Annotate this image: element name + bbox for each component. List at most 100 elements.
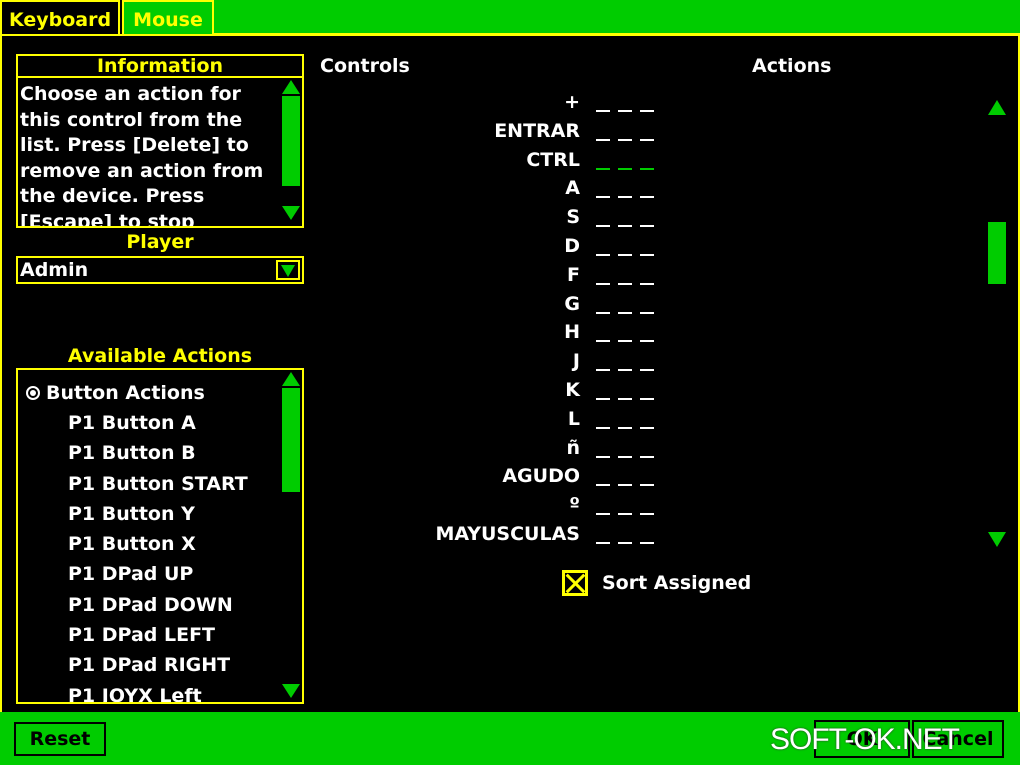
control-key[interactable]: S [380, 203, 580, 232]
dash-mark [596, 369, 610, 372]
action-slot[interactable] [596, 174, 656, 203]
control-key[interactable]: L [380, 405, 580, 434]
list-item[interactable]: P1 DPad RIGHT [18, 650, 284, 680]
available-actions-title: Available Actions [67, 345, 253, 367]
actions-scrollbar[interactable] [282, 372, 300, 702]
dash-mark [596, 196, 610, 199]
checkbox-checked-icon[interactable] [562, 570, 588, 596]
action-slot[interactable] [596, 232, 656, 261]
dash-mark [596, 138, 610, 141]
control-key[interactable]: AGUDO [380, 462, 580, 491]
tab-keyboard[interactable]: Keyboard [0, 0, 120, 36]
control-key[interactable]: D [380, 232, 580, 261]
dash-mark [640, 311, 654, 314]
dash-mark [596, 167, 610, 170]
tab-bar: Keyboard Mouse [0, 0, 1020, 36]
dash-mark [596, 282, 610, 285]
dash-mark [596, 541, 610, 544]
dash-mark [596, 225, 610, 228]
controls-list: + ENTRAR CTRL A S D F G H J K L ñ AGUDO … [380, 88, 580, 549]
dash-mark [640, 541, 654, 544]
control-key[interactable]: º [380, 491, 580, 520]
action-slot[interactable] [596, 376, 656, 405]
scroll-up-arrow-icon[interactable] [988, 100, 1006, 115]
list-item[interactable]: P1 DPad DOWN [18, 590, 284, 620]
dash-mark [618, 340, 632, 343]
action-slot[interactable] [596, 261, 656, 290]
dash-mark [596, 253, 610, 256]
dash-mark [640, 369, 654, 372]
dash-mark [640, 167, 654, 170]
dash-mark [618, 196, 632, 199]
action-slot[interactable] [596, 88, 656, 117]
control-key[interactable]: K [380, 376, 580, 405]
scroll-down-arrow-icon[interactable] [988, 532, 1006, 547]
action-slot[interactable] [596, 405, 656, 434]
sort-assigned-label: Sort Assigned [602, 572, 752, 594]
watermark: SOFT-OK.NET [770, 723, 960, 756]
dash-mark [596, 340, 610, 343]
reset-button[interactable]: Reset [14, 722, 106, 756]
list-item[interactable]: P1 Button A [18, 408, 284, 438]
scroll-thumb[interactable] [282, 96, 300, 186]
control-key[interactable]: J [380, 347, 580, 376]
control-key[interactable]: MAYUSCULAS [380, 520, 580, 549]
action-slot[interactable] [596, 117, 656, 146]
available-actions-list[interactable]: Button Actions P1 Button A P1 Button B P… [16, 368, 304, 704]
information-scrollbar[interactable] [282, 80, 300, 224]
action-slot[interactable] [596, 491, 656, 520]
dash-mark [618, 513, 632, 516]
player-dropdown[interactable]: Admin [16, 256, 304, 284]
control-key[interactable]: A [380, 174, 580, 203]
dash-mark [596, 426, 610, 429]
dash-mark [618, 541, 632, 544]
action-group[interactable]: Button Actions [18, 378, 284, 408]
list-item[interactable]: P1 Button START [18, 469, 284, 499]
tab-strip-background [214, 0, 1020, 36]
control-key[interactable]: ENTRAR [380, 117, 580, 146]
dash-mark [618, 225, 632, 228]
action-slot[interactable] [596, 318, 656, 347]
dash-mark [640, 484, 654, 487]
dash-mark [640, 253, 654, 256]
control-key[interactable]: CTRL [380, 146, 580, 175]
list-item[interactable]: P1 Button B [18, 438, 284, 468]
information-text: Choose an action for this control from t… [20, 83, 264, 228]
control-key[interactable]: G [380, 290, 580, 319]
action-slot[interactable] [596, 290, 656, 319]
action-slot[interactable] [596, 520, 656, 549]
action-slot[interactable] [596, 462, 656, 491]
list-item[interactable]: P1 DPad LEFT [18, 620, 284, 650]
dash-mark [596, 110, 610, 112]
tab-mouse[interactable]: Mouse [122, 0, 214, 36]
action-slot[interactable] [596, 203, 656, 232]
list-item[interactable]: P1 Button Y [18, 499, 284, 529]
dash-mark [596, 311, 610, 314]
dash-mark [640, 225, 654, 228]
list-item[interactable]: P1 Button X [18, 529, 284, 559]
dash-mark [618, 282, 632, 285]
scroll-up-arrow-icon[interactable] [282, 372, 300, 386]
action-slot[interactable] [596, 146, 656, 175]
control-key[interactable]: H [380, 318, 580, 347]
scroll-up-arrow-icon[interactable] [282, 80, 300, 94]
action-slot[interactable] [596, 434, 656, 463]
dash-mark [596, 513, 610, 516]
action-slot[interactable] [596, 347, 656, 376]
control-key[interactable]: ñ [380, 434, 580, 463]
player-title: Player [126, 231, 194, 253]
dash-mark [618, 484, 632, 487]
scroll-thumb[interactable] [282, 388, 300, 492]
control-key[interactable]: F [380, 261, 580, 290]
list-item[interactable]: P1 DPad UP [18, 559, 284, 589]
control-key[interactable]: + [380, 88, 580, 117]
dash-mark [618, 311, 632, 314]
list-item[interactable]: P1 JOYX Left [18, 681, 284, 702]
scroll-thumb[interactable] [988, 222, 1006, 284]
dash-mark [618, 167, 632, 170]
scroll-down-arrow-icon[interactable] [282, 684, 300, 698]
dropdown-button[interactable] [276, 260, 300, 280]
scroll-down-arrow-icon[interactable] [282, 206, 300, 220]
dash-mark [618, 110, 632, 112]
dash-mark [596, 484, 610, 487]
